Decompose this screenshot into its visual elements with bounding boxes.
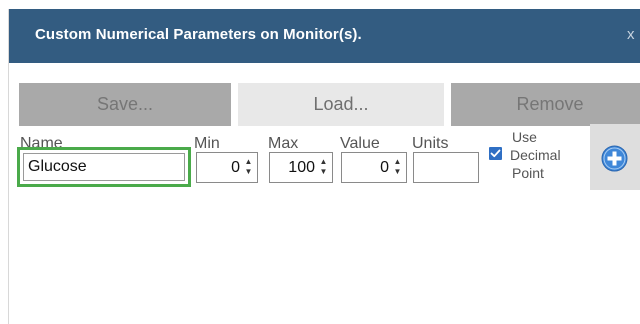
custom-numerical-parameters-dialog: Custom Numerical Parameters on Monitor(s… xyxy=(8,9,640,324)
name-input[interactable] xyxy=(23,153,185,181)
decimal-label-line3: Point xyxy=(512,165,544,181)
add-parameter-button[interactable] xyxy=(590,124,640,190)
name-field-focus-outline xyxy=(17,147,191,187)
value-column-label: Value xyxy=(340,135,380,152)
value-spin-arrows-icon[interactable]: ▲ ▼ xyxy=(393,157,402,179)
use-decimal-point-label: Use Decimal Point xyxy=(510,128,561,182)
units-input[interactable] xyxy=(413,152,479,183)
value-value: 0 xyxy=(380,159,389,176)
max-column-label: Max xyxy=(268,135,299,152)
decimal-label-line1: Use xyxy=(512,129,537,145)
min-spinner[interactable]: 0 ▲ ▼ xyxy=(196,152,258,183)
close-icon[interactable]: x xyxy=(627,25,640,45)
use-decimal-point-checkbox[interactable] xyxy=(489,147,502,160)
max-value: 100 xyxy=(288,159,315,176)
max-spin-arrows-icon[interactable]: ▲ ▼ xyxy=(319,157,328,179)
checkmark-icon xyxy=(490,149,501,158)
save-button[interactable]: Save... xyxy=(19,83,231,126)
title-bar: Custom Numerical Parameters on Monitor(s… xyxy=(9,9,640,63)
remove-button[interactable]: Remove xyxy=(451,83,640,126)
min-column-label: Min xyxy=(194,135,220,152)
min-value: 0 xyxy=(231,159,240,176)
dialog-title: Custom Numerical Parameters on Monitor(s… xyxy=(35,26,362,43)
value-spinner[interactable]: 0 ▲ ▼ xyxy=(341,152,407,183)
decimal-label-line2: Decimal xyxy=(510,147,561,163)
units-column-label: Units xyxy=(412,135,449,152)
max-spinner[interactable]: 100 ▲ ▼ xyxy=(269,152,333,183)
add-circle-icon xyxy=(601,145,628,172)
min-spin-arrows-icon[interactable]: ▲ ▼ xyxy=(244,157,253,179)
load-button[interactable]: Load... xyxy=(238,83,444,126)
